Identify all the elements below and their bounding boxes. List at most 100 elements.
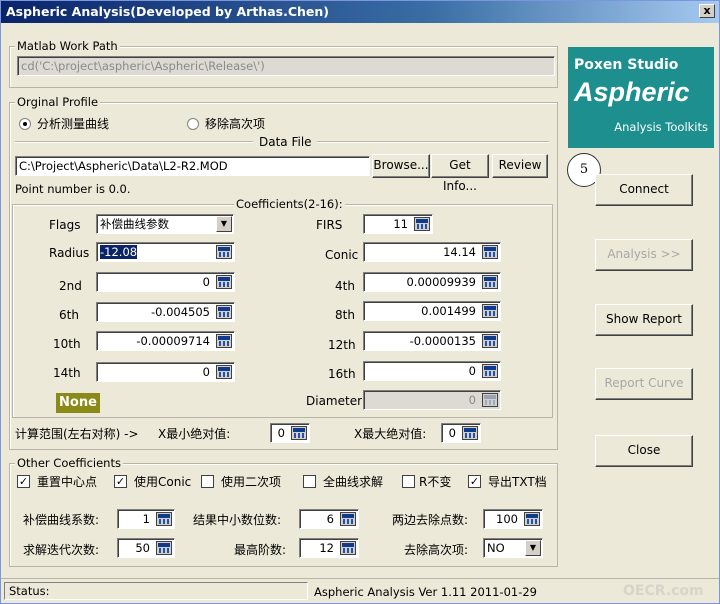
max-order-label: 最高阶数: (234, 543, 287, 557)
radio-measure[interactable] (19, 118, 31, 130)
calculator-icon[interactable] (414, 217, 430, 231)
calculator-icon[interactable] (291, 426, 307, 440)
chk-rfixed-label: R不变 (419, 475, 452, 489)
decimals-input[interactable]: 6 (299, 509, 359, 529)
data-file-separator (15, 141, 253, 143)
c12-value: -0.0000135 (409, 334, 476, 348)
comp-coef-label: 补偿曲线系数: (23, 513, 100, 527)
calculator-icon[interactable] (216, 275, 232, 289)
c8-label: 8th (335, 308, 355, 322)
chevron-down-icon[interactable]: ▼ (525, 540, 541, 556)
chk-recenter[interactable]: ✓ (17, 475, 30, 488)
connect-button[interactable]: Connect (595, 174, 693, 206)
xmax-label: X最大绝对值: (354, 427, 427, 441)
c12-input[interactable]: -0.0000135 (363, 331, 501, 351)
calculator-icon[interactable] (340, 541, 356, 555)
chk-conic[interactable]: ✓ (114, 475, 127, 488)
chk-fullcurve[interactable] (303, 475, 316, 488)
iterations-input[interactable]: 50 (117, 538, 175, 558)
data-file-input[interactable]: C:\Project\Aspheric\Data\L2-R2.MOD (15, 156, 370, 176)
calculator-icon[interactable] (156, 541, 172, 555)
firs-label: FIRS (316, 218, 343, 232)
firs-input[interactable]: 11 (363, 214, 433, 234)
show-report-button[interactable]: Show Report (595, 304, 693, 336)
radius-value: -12.08 (100, 245, 138, 259)
xmax-input[interactable]: 0 (441, 423, 481, 443)
window-title: Aspheric Analysis(Developed by Arthas.Ch… (6, 4, 329, 19)
edge-remove-label: 两边去除点数: (392, 513, 469, 527)
data-file-separator-right (317, 141, 549, 143)
remove-high-label: 去除高次项: (404, 543, 469, 557)
c10-value: -0.00009714 (136, 334, 210, 348)
c10-label: 10th (53, 337, 81, 351)
max-order-value: 12 (319, 541, 334, 555)
chk-recenter-label: 重置中心点 (37, 475, 98, 489)
c4-input[interactable]: 0.00009939 (363, 272, 501, 292)
close-icon[interactable]: x (699, 4, 715, 18)
calculator-icon[interactable] (482, 364, 498, 378)
close-button[interactable]: Close (595, 435, 693, 467)
review-button[interactable]: Review (492, 154, 548, 178)
radio-remove-high-label: 移除高次项 (205, 117, 266, 131)
c8-input[interactable]: 0.001499 (363, 301, 501, 321)
xmin-input[interactable]: 0 (270, 423, 310, 443)
calculator-icon[interactable] (482, 245, 498, 259)
c6-label: 6th (59, 308, 79, 322)
status-pane: Status: (4, 582, 308, 600)
analysis-button[interactable]: Analysis >> (595, 239, 693, 271)
calculator-icon[interactable] (156, 512, 172, 526)
iterations-label: 求解迭代次数: (23, 543, 100, 557)
c10-input[interactable]: -0.00009714 (96, 331, 235, 351)
iterations-value: 50 (135, 541, 150, 555)
calculator-icon[interactable] (482, 334, 498, 348)
c2-input[interactable]: 0 (96, 272, 235, 292)
chk-conic-label: 使用Conic (134, 475, 192, 489)
max-order-input[interactable]: 12 (299, 538, 359, 558)
chk-quadratic[interactable] (201, 475, 214, 488)
chk-export[interactable]: ✓ (468, 475, 481, 488)
c14-input[interactable]: 0 (96, 362, 235, 382)
get-info-button[interactable]: Get Info... (431, 154, 489, 193)
calculator-icon[interactable] (482, 275, 498, 289)
radio-measure-label: 分析测量曲线 (37, 117, 110, 131)
c4-label: 4th (335, 279, 355, 293)
chevron-down-icon[interactable]: ▼ (216, 216, 232, 232)
main-window: Aspheric Analysis(Developed by Arthas.Ch… (0, 0, 720, 604)
calculator-icon[interactable] (216, 365, 232, 379)
calculator-icon[interactable] (216, 334, 232, 348)
conic-value: 14.14 (443, 245, 476, 259)
decimals-value: 6 (326, 512, 334, 526)
calculator-icon[interactable] (462, 426, 478, 440)
radio-remove-high[interactable] (187, 118, 199, 130)
watermark: OECR.com (623, 583, 704, 599)
calculator-icon[interactable] (216, 305, 232, 319)
calculator-icon[interactable] (524, 512, 540, 526)
edge-remove-input[interactable]: 100 (483, 509, 543, 529)
c6-value: -0.004505 (150, 305, 210, 319)
calculator-icon[interactable] (216, 245, 232, 259)
c12-label: 12th (328, 338, 356, 352)
diameter-label: Diameter (306, 394, 363, 408)
browse-button[interactable]: Browse... (372, 154, 430, 178)
chk-fullcurve-label: 全曲线求解 (323, 475, 384, 489)
comp-coef-input[interactable]: 1 (117, 509, 175, 529)
report-curve-button[interactable]: Report Curve (595, 368, 693, 400)
data-file-label: Data File (259, 135, 312, 149)
c6-input[interactable]: -0.004505 (96, 302, 235, 322)
c16-label: 16th (328, 367, 356, 381)
version-text: Aspheric Analysis Ver 1.11 2011-01-29 (314, 585, 537, 599)
conic-input[interactable]: 14.14 (363, 242, 501, 262)
c16-input[interactable]: 0 (363, 361, 501, 381)
c14-label: 14th (53, 366, 81, 380)
c8-value: 0.001499 (421, 304, 476, 318)
calculator-icon[interactable] (340, 512, 356, 526)
matlab-legend: Matlab Work Path (15, 39, 120, 53)
remove-high-select[interactable]: NO ▼ (483, 538, 543, 558)
flags-select[interactable]: 补偿曲线参数 ▼ (96, 214, 234, 234)
radius-input[interactable]: -12.08 (96, 242, 235, 262)
title-bar: Aspheric Analysis(Developed by Arthas.Ch… (1, 1, 719, 23)
calculator-icon[interactable] (482, 304, 498, 318)
chk-rfixed[interactable] (402, 475, 415, 488)
edge-remove-value: 100 (496, 512, 518, 526)
point-number-text: Point number is 0.0. (15, 182, 131, 196)
